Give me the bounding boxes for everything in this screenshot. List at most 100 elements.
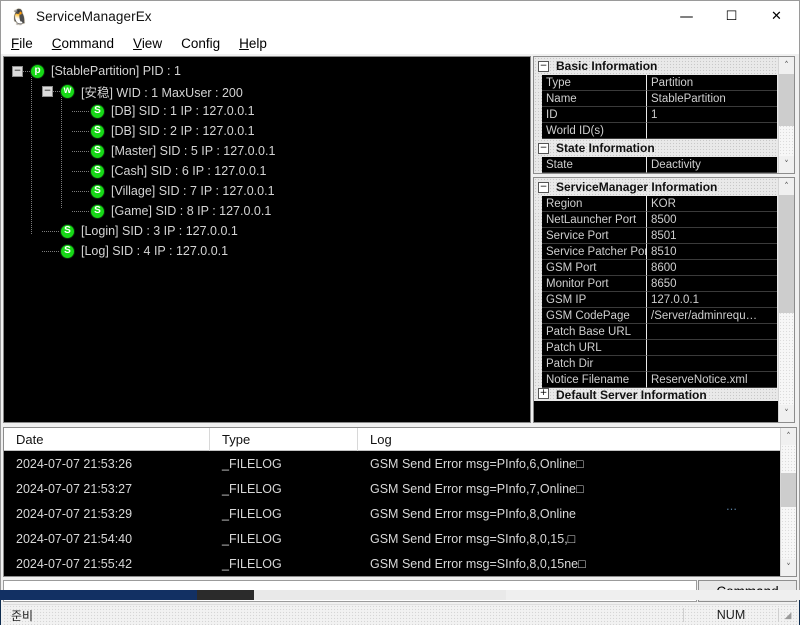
scroll-track[interactable]	[781, 445, 797, 559]
tree-node[interactable]: S[Cash] SID : 6 IP : 127.0.0.1	[4, 161, 266, 181]
property-value[interactable]: ReserveNotice.xml	[647, 372, 777, 388]
group-toggle-icon[interactable]: −	[538, 143, 549, 154]
property-group-header-state-information[interactable]: −State Information	[534, 139, 778, 157]
property-row[interactable]: GSM IP127.0.0.1	[534, 292, 778, 308]
menu-item-view[interactable]: View	[133, 36, 162, 51]
property-row[interactable]: GSM Port8600	[534, 260, 778, 276]
tree-expander-collapse[interactable]: −	[42, 86, 53, 97]
minimize-button[interactable]: —	[664, 1, 709, 32]
property-group-header-default-server-information[interactable]: +Default Server Information	[534, 388, 778, 401]
log-row[interactable]: 2024-07-07 21:55:42_FILELOGGSM Send Erro…	[4, 551, 780, 576]
log-row[interactable]: 2024-07-07 21:53:26_FILELOGGSM Send Erro…	[4, 451, 780, 476]
tree-node-status-icon: S	[90, 124, 105, 139]
property-row[interactable]: Patch Base URL	[534, 324, 778, 340]
tree-node[interactable]: −p[StablePartition] PID : 1	[4, 61, 181, 81]
property-value[interactable]: /Server/adminrequ…	[647, 308, 777, 324]
tree-node[interactable]: S[Log] SID : 4 IP : 127.0.0.1	[4, 241, 228, 261]
property-value[interactable]: Partition	[647, 75, 777, 91]
scroll-up-icon[interactable]: ˄	[779, 57, 795, 74]
property-group-header-basic-information[interactable]: −Basic Information	[534, 57, 778, 75]
menu-item-help[interactable]: Help	[239, 36, 267, 51]
scroll-up-icon[interactable]: ˄	[779, 178, 795, 195]
menu-item-file[interactable]: File	[11, 36, 33, 51]
scroll-thumb[interactable]	[781, 473, 797, 507]
property-value[interactable]: 8650	[647, 276, 777, 292]
tree-connector	[23, 71, 30, 72]
tree-node-status-icon: S	[60, 244, 75, 259]
tree-node-label: [StablePartition] PID : 1	[51, 64, 181, 78]
scroll-thumb[interactable]	[779, 195, 795, 313]
log-table-body[interactable]: 2024-07-07 21:53:26_FILELOGGSM Send Erro…	[4, 451, 780, 576]
property-row[interactable]: NetLauncher Port8500	[534, 212, 778, 228]
taskbar-segment	[254, 590, 506, 600]
log-row[interactable]: 2024-07-07 21:54:40_FILELOGGSM Send Erro…	[4, 526, 780, 551]
server-tree-panel[interactable]: −p[StablePartition] PID : 1−w[安稳] WID : …	[3, 56, 531, 423]
property-value[interactable]: 1	[647, 107, 777, 123]
log-table[interactable]: DateTypeLog 2024-07-07 21:53:26_FILELOGG…	[3, 427, 797, 577]
property-value[interactable]	[647, 324, 777, 340]
tree-node[interactable]: −w[安稳] WID : 1 MaxUser : 200	[4, 81, 243, 101]
property-value[interactable]: 127.0.0.1	[647, 292, 777, 308]
scroll-down-icon[interactable]: ˅	[779, 156, 795, 173]
tree-node-label: [Master] SID : 5 IP : 127.0.0.1	[111, 144, 275, 158]
tree-node[interactable]: S[Village] SID : 7 IP : 127.0.0.1	[4, 181, 275, 201]
property-row[interactable]: StateDeactivity	[534, 157, 778, 173]
log-row[interactable]: 2024-07-07 21:53:27_FILELOGGSM Send Erro…	[4, 476, 780, 501]
close-button[interactable]: ✕	[754, 1, 799, 32]
property-value[interactable]: 8600	[647, 260, 777, 276]
basic-info-scrollbar[interactable]: ˄ ˅	[778, 57, 794, 173]
scroll-up-icon[interactable]: ˄	[781, 428, 797, 445]
property-row[interactable]: Patch Dir	[534, 356, 778, 372]
scroll-track[interactable]	[779, 195, 795, 405]
tree-node-status-icon: S	[90, 184, 105, 199]
servicemanager-info-scrollbar[interactable]: ˄ ˅	[778, 178, 794, 422]
menu-item-config[interactable]: Config	[181, 36, 220, 51]
tree-expander-collapse[interactable]: −	[12, 66, 23, 77]
log-column-header-log[interactable]: Log	[358, 428, 780, 451]
maximize-button[interactable]: ☐	[709, 1, 754, 32]
property-row[interactable]: RegionKOR	[534, 196, 778, 212]
log-scrollbar[interactable]: ˄ ˅	[780, 428, 796, 576]
property-row[interactable]: TypePartition	[534, 75, 778, 91]
menu-item-command[interactable]: Command	[52, 36, 114, 51]
property-value[interactable]	[647, 123, 777, 139]
resize-grip-icon[interactable]: ◢	[779, 610, 797, 621]
property-value[interactable]: 8510	[647, 244, 777, 260]
property-value[interactable]: Deactivity	[647, 157, 777, 173]
property-group-header-servicemanager-information[interactable]: −ServiceManager Information	[534, 178, 778, 196]
property-row[interactable]: Service Patcher Port8510	[534, 244, 778, 260]
property-row[interactable]: GSM CodePage/Server/adminrequ…	[534, 308, 778, 324]
log-column-header-date[interactable]: Date	[4, 428, 210, 451]
property-value[interactable]: StablePartition	[647, 91, 777, 107]
property-row[interactable]: NameStablePartition	[534, 91, 778, 107]
menu-accel: F	[11, 36, 19, 51]
group-toggle-icon[interactable]: +	[538, 388, 549, 399]
property-value[interactable]: 8501	[647, 228, 777, 244]
group-toggle-icon[interactable]: −	[538, 182, 549, 193]
property-value[interactable]	[647, 356, 777, 372]
log-row[interactable]: 2024-07-07 21:53:29_FILELOGGSM Send Erro…	[4, 501, 780, 526]
property-value[interactable]: 8500	[647, 212, 777, 228]
scroll-thumb[interactable]	[779, 74, 795, 126]
tree-node[interactable]: S[Login] SID : 3 IP : 127.0.0.1	[4, 221, 238, 241]
property-value[interactable]: KOR	[647, 196, 777, 212]
group-toggle-icon[interactable]: −	[538, 61, 549, 72]
property-value[interactable]	[647, 340, 777, 356]
scroll-down-icon[interactable]: ˅	[779, 405, 795, 422]
property-key: Patch Dir	[542, 356, 647, 372]
log-column-header-type[interactable]: Type	[210, 428, 358, 451]
property-row[interactable]: Monitor Port8650	[534, 276, 778, 292]
tree-node[interactable]: S[DB] SID : 2 IP : 127.0.0.1	[4, 121, 255, 141]
property-row[interactable]: ID1	[534, 107, 778, 123]
property-row[interactable]: Patch URL	[534, 340, 778, 356]
property-row[interactable]: Notice FilenameReserveNotice.xml	[534, 372, 778, 388]
tree-node[interactable]: S[Master] SID : 5 IP : 127.0.0.1	[4, 141, 275, 161]
tree-node[interactable]: S[Game] SID : 8 IP : 127.0.0.1	[4, 201, 271, 221]
scroll-down-icon[interactable]: ˅	[781, 559, 797, 576]
tree-node-status-icon: S	[60, 224, 75, 239]
property-row[interactable]: World ID(s)	[534, 123, 778, 139]
tree-node[interactable]: S[DB] SID : 1 IP : 127.0.0.1	[4, 101, 255, 121]
property-row[interactable]: Service Port8501	[534, 228, 778, 244]
tree-connector	[42, 251, 60, 252]
scroll-track[interactable]	[779, 74, 795, 156]
